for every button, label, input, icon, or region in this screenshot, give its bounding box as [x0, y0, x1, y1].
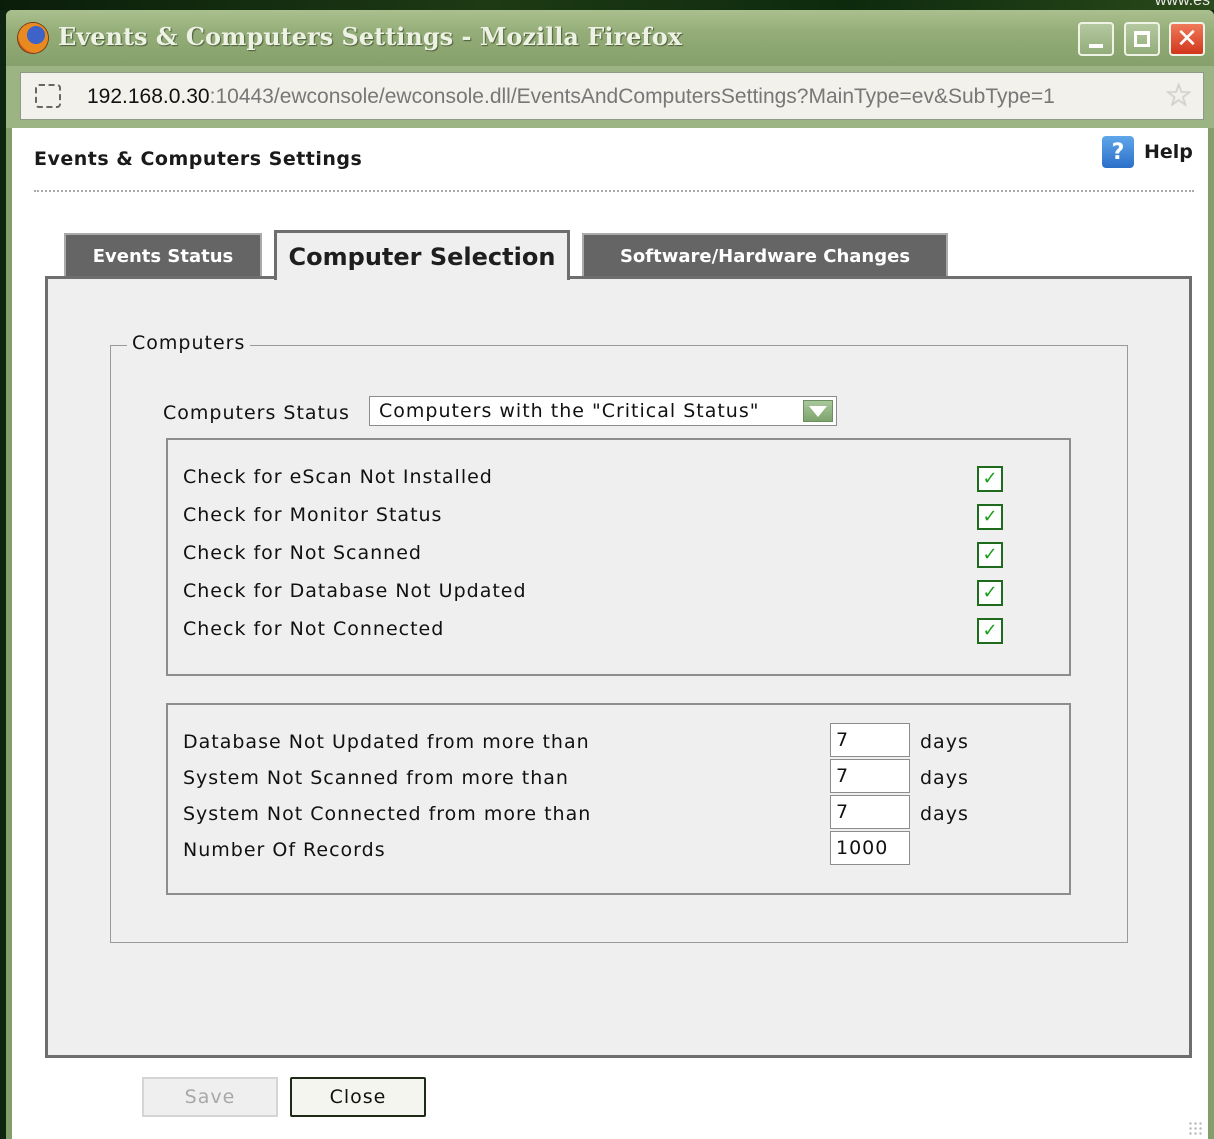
check-label: Check for Monitor Status — [183, 504, 443, 526]
check-label: Check for eScan Not Installed — [183, 466, 493, 488]
thresholds-group: Database Not Updated from more than days… — [166, 703, 1071, 895]
tab-panel: Computers Computers Status Computers wit… — [45, 276, 1192, 1117]
chevron-down-icon[interactable] — [803, 400, 833, 422]
computers-status-label: Computers Status — [163, 402, 350, 424]
resize-grip[interactable] — [1188, 1121, 1202, 1135]
help-label: Help — [1144, 141, 1193, 163]
url-path: :10443/ewconsole/ewconsole.dll/EventsAnd… — [209, 85, 1055, 108]
not-scanned-days-input[interactable] — [830, 759, 910, 793]
tab-computer-selection[interactable]: Computer Selection — [274, 230, 570, 280]
check-row: Check for Database Not Updated ✓ — [183, 580, 1003, 610]
close-window-button[interactable]: ✕ — [1169, 22, 1205, 56]
close-icon: ✕ — [1176, 24, 1198, 54]
checkmark-icon: ✓ — [982, 582, 998, 603]
check-not-connected[interactable]: ✓ — [977, 618, 1003, 644]
maximize-button[interactable] — [1124, 22, 1160, 56]
check-database-not-updated[interactable]: ✓ — [977, 580, 1003, 606]
check-label: Check for Not Scanned — [183, 542, 422, 564]
url-text[interactable]: 192.168.0.30:10443/ewconsole/ewconsole.d… — [87, 85, 1055, 109]
window-title: Events & Computers Settings - Mozilla Fi… — [58, 22, 683, 51]
check-escan-not-installed[interactable]: ✓ — [977, 466, 1003, 492]
computers-status-select[interactable]: Computers with the "Critical Status" — [369, 396, 837, 426]
check-row: Check for Not Scanned ✓ — [183, 542, 1003, 572]
threshold-label: System Not Scanned from more than — [183, 767, 569, 789]
days-unit: days — [920, 767, 969, 789]
page-content: Events & Computers Settings ? Help Event… — [12, 128, 1208, 1139]
check-row: Check for Monitor Status ✓ — [183, 504, 1003, 534]
address-bar[interactable]: 192.168.0.30:10443/ewconsole/ewconsole.d… — [20, 72, 1204, 120]
days-unit: days — [920, 803, 969, 825]
browser-window: Events & Computers Settings - Mozilla Fi… — [6, 10, 1214, 1139]
navigation-toolbar: 192.168.0.30:10443/ewconsole/ewconsole.d… — [6, 66, 1214, 128]
checkmark-icon: ✓ — [982, 620, 998, 641]
days-unit: days — [920, 731, 969, 753]
tab-events-status[interactable]: Events Status — [64, 233, 262, 277]
help-icon: ? — [1102, 136, 1134, 168]
check-row: Check for Not Connected ✓ — [183, 618, 1003, 648]
desktop-background: www.es — [0, 0, 1214, 10]
check-not-scanned[interactable]: ✓ — [977, 542, 1003, 568]
computers-fieldset: Computers Computers Status Computers wit… — [110, 332, 1128, 943]
save-button[interactable]: Save — [142, 1077, 278, 1117]
computers-legend: Computers — [127, 332, 251, 354]
not-connected-days-input[interactable] — [830, 795, 910, 829]
status-checks-group: Check for eScan Not Installed ✓ Check fo… — [166, 438, 1071, 676]
page-icon — [35, 84, 61, 108]
checkmark-icon: ✓ — [982, 468, 998, 489]
page-title: Events & Computers Settings — [34, 148, 363, 170]
minimize-button[interactable] — [1078, 22, 1114, 56]
check-label: Check for Database Not Updated — [183, 580, 527, 602]
number-of-records-input[interactable] — [830, 831, 910, 865]
db-not-updated-days-input[interactable] — [830, 723, 910, 757]
check-row: Check for eScan Not Installed ✓ — [183, 466, 1003, 496]
check-monitor-status[interactable]: ✓ — [977, 504, 1003, 530]
title-divider — [34, 190, 1194, 192]
threshold-label: System Not Connected from more than — [183, 803, 592, 825]
checkmark-icon: ✓ — [982, 544, 998, 565]
desktop-corner-text: www.es — [1154, 0, 1210, 9]
firefox-icon — [18, 23, 48, 53]
threshold-label: Number Of Records — [183, 839, 386, 861]
star-icon[interactable]: ☆ — [1164, 79, 1193, 111]
tab-software-hardware-changes[interactable]: Software/Hardware Changes — [582, 233, 948, 277]
computers-status-value: Computers with the "Critical Status" — [379, 400, 760, 422]
close-button[interactable]: Close — [290, 1077, 426, 1117]
window-titlebar[interactable]: Events & Computers Settings - Mozilla Fi… — [6, 10, 1214, 66]
url-host: 192.168.0.30 — [87, 85, 210, 108]
check-label: Check for Not Connected — [183, 618, 445, 640]
help-link[interactable]: ? Help — [1102, 136, 1193, 168]
threshold-label: Database Not Updated from more than — [183, 731, 590, 753]
checkmark-icon: ✓ — [982, 506, 998, 527]
maximize-icon — [1134, 31, 1150, 47]
minimize-icon — [1089, 44, 1103, 48]
